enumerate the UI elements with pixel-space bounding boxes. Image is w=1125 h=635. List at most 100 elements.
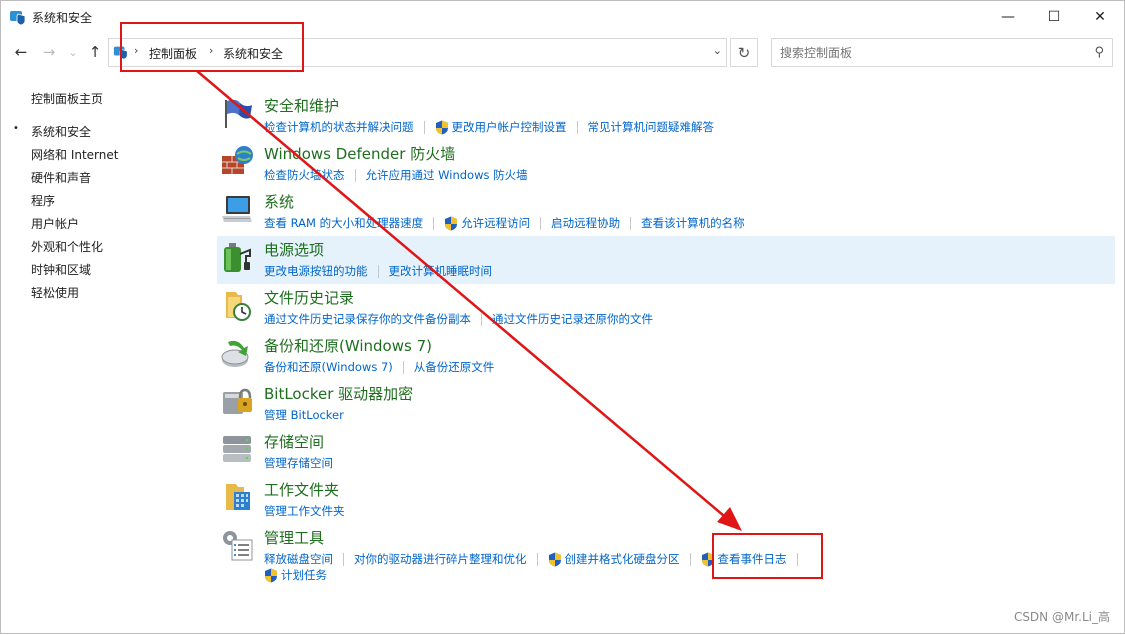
watermark: CSDN @Mr.Li_高 [1013,610,1110,624]
chevron-down-icon[interactable]: ⌄ [713,44,722,57]
link-divider [536,553,538,566]
category-title[interactable]: 备份和还原(Windows 7) [264,335,432,356]
category-title[interactable]: 电源选项 [264,239,324,260]
category-system: 系统 查看 RAM 的大小和处理器速度 允许远程访问 启动远程协助 查看该计算机的名称 [217,188,1115,236]
refresh-icon[interactable]: ↻ [730,38,758,67]
backup-icon [221,340,249,367]
category-links: 管理工作文件夹 [264,503,345,519]
back-arrow-icon[interactable]: ← [11,42,31,62]
lock-drive-icon [223,388,252,414]
link-defragment[interactable]: 对你的驱动器进行碎片整理和优化 [354,551,527,567]
firewall-icon [222,146,253,174]
link-manage-bitlocker[interactable]: 管理 BitLocker [264,407,344,423]
category-title[interactable]: 系统 [264,191,294,212]
link-divider [354,169,356,182]
uac-shield-icon [265,568,277,583]
sidebar-item-appearance[interactable]: 外观和个性化 [31,238,103,255]
battery-icon [224,243,251,272]
link-disk-partitions[interactable]: 创建并格式化硬盘分区 [565,551,680,567]
sidebar-item-programs[interactable]: 程序 [31,192,55,209]
link-allow-app[interactable]: 允许应用通过 Windows 防火墙 [366,167,528,183]
link-sleep-time[interactable]: 更改计算机睡眠时间 [389,263,493,279]
link-disk-cleanup[interactable]: 释放磁盘空间 [264,551,333,567]
link-divider [540,217,542,230]
category-links: 管理存储空间 [264,455,333,471]
link-divider [630,217,632,230]
sidebar-item-ease-of-access[interactable]: 轻松使用 [31,284,79,301]
category-admin-tools: 管理工具 释放磁盘空间 对你的驱动器进行碎片整理和优化 创建并格式化硬盘分区 查看事件… [217,524,1115,588]
search-input[interactable] [778,42,1082,64]
link-restore-files[interactable]: 通过文件历史记录还原你的文件 [492,311,653,327]
link-uac-settings[interactable]: 更改用户帐户控制设置 [452,119,567,135]
sidebar-item-system-security[interactable]: 系统和安全 [31,123,91,140]
category-title[interactable]: 工作文件夹 [264,479,339,500]
link-computer-name[interactable]: 查看该计算机的名称 [641,215,745,231]
link-task-scheduler[interactable]: 计划任务 [281,567,327,583]
category-title[interactable]: 存储空间 [264,431,324,452]
link-divider [423,121,425,134]
category-title[interactable]: BitLocker 驱动器加密 [264,383,413,404]
category-links: 检查计算机的状态并解决问题 更改用户帐户控制设置 常见计算机问题疑难解答 [264,119,714,135]
maximize-button[interactable]: ☐ [1031,1,1077,33]
sidebar-item-home[interactable]: 控制面板主页 [31,90,103,107]
category-power-options: 电源选项 更改电源按钮的功能 更改计算机睡眠时间 [217,236,1115,284]
link-backup-restore-win7[interactable]: 备份和还原(Windows 7) [264,359,393,375]
minimize-button[interactable]: — [985,1,1031,33]
uac-shield-icon [445,216,458,231]
category-links: 计划任务 [264,567,327,583]
category-security-maintenance: 安全和维护 检查计算机的状态并解决问题 更改用户帐户控制设置 常见计算机问题疑难解答 [217,92,1115,140]
link-manage-work-folders[interactable]: 管理工作文件夹 [264,503,345,519]
link-divider [343,553,344,566]
search-icon[interactable]: ⚲ [1094,45,1104,60]
link-divider [433,217,435,230]
folder-clock-icon [226,292,251,321]
control-panel-icon [10,11,26,26]
category-work-folders: 工作文件夹 管理工作文件夹 [217,476,1115,524]
control-panel-window: 系统和安全 — ☐ ✕ ← → ⌄ ↑ › 控制面板 › 系统和安全 ⌄ ↻ ⚲… [0,0,1125,634]
forward-arrow-icon[interactable]: → [39,42,59,62]
link-remote-access[interactable]: 允许远程访问 [461,215,530,231]
link-save-backup[interactable]: 通过文件历史记录保存你的文件备份副本 [264,311,471,327]
link-view-ram[interactable]: 查看 RAM 的大小和处理器速度 [264,215,423,231]
link-power-button[interactable]: 更改电源按钮的功能 [264,263,368,279]
flag-icon [225,99,252,128]
link-restore-from-backup[interactable]: 从备份还原文件 [414,359,495,375]
sidebar-item-clock-region[interactable]: 时钟和区域 [31,261,91,278]
category-title[interactable]: Windows Defender 防火墙 [264,143,455,164]
category-links: 查看 RAM 的大小和处理器速度 允许远程访问 启动远程协助 查看该计算机的名称 [264,215,745,231]
category-links: 管理 BitLocker [264,407,344,423]
category-backup-restore: 备份和还原(Windows 7) 备份和还原(Windows 7) 从备份还原文件 [217,332,1115,380]
link-manage-storage[interactable]: 管理存储空间 [264,455,333,471]
link-troubleshoot[interactable]: 常见计算机问题疑难解答 [588,119,715,135]
active-bullet-icon: • [13,123,19,134]
sidebar-item-hardware[interactable]: 硬件和声音 [31,169,91,186]
uac-shield-icon [435,120,448,135]
search-box[interactable]: ⚲ [771,38,1113,67]
category-links: 更改电源按钮的功能 更改计算机睡眠时间 [264,263,492,279]
annotation-box-breadcrumb [120,22,304,72]
category-title[interactable]: 文件历史记录 [264,287,354,308]
category-links: 备份和还原(Windows 7) 从备份还原文件 [264,359,494,375]
category-links: 通过文件历史记录保存你的文件备份副本 通过文件历史记录还原你的文件 [264,311,653,327]
recent-locations-icon[interactable]: ⌄ [63,42,83,62]
uac-shield-icon [548,552,561,567]
category-title[interactable]: 安全和维护 [264,95,339,116]
admin-tools-icon [223,531,253,561]
link-divider [576,121,578,134]
computer-icon [222,196,252,222]
sidebar-item-user-accounts[interactable]: 用户帐户 [31,215,79,232]
link-divider [689,553,691,566]
link-remote-assistance[interactable]: 启动远程协助 [551,215,620,231]
up-arrow-icon[interactable]: ↑ [85,42,105,62]
storage-icon [223,436,251,462]
link-check-status[interactable]: 检查计算机的状态并解决问题 [264,119,414,135]
category-title[interactable]: 管理工具 [264,527,324,548]
work-folder-icon [226,484,250,510]
category-links: 检查防火墙状态 允许应用通过 Windows 防火墙 [264,167,528,183]
category-file-history: 文件历史记录 通过文件历史记录保存你的文件备份副本 通过文件历史记录还原你的文件 [217,284,1115,332]
close-button[interactable]: ✕ [1077,1,1123,33]
category-storage-spaces: 存储空间 管理存储空间 [217,428,1115,476]
sidebar-item-network[interactable]: 网络和 Internet [31,146,118,163]
link-divider [402,361,404,374]
link-firewall-status[interactable]: 检查防火墙状态 [264,167,345,183]
